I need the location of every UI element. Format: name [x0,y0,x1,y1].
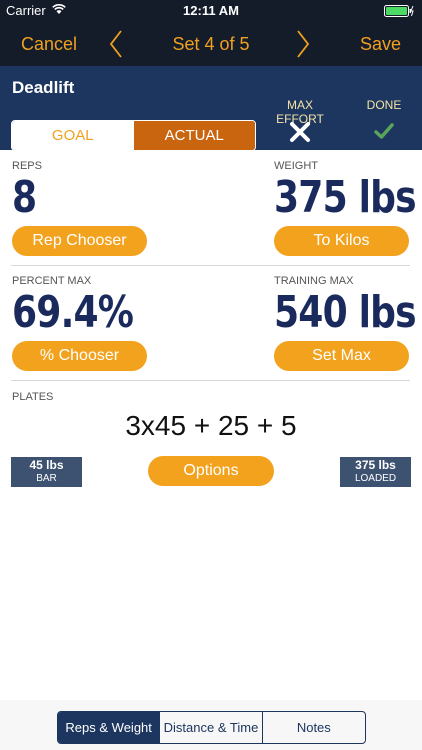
section-switcher: Reps & Weight Distance & Time Notes [57,711,366,744]
tab-distance-time[interactable]: Distance & Time [160,712,263,743]
nav-bar: Cancel Set 4 of 5 Save [0,22,422,66]
loaded-weight-value: 375 lbs [355,458,396,472]
exercise-name: Deadlift [12,78,75,97]
tab-notes[interactable]: Notes [263,712,365,743]
reps-label: REPS [12,160,42,172]
set-title: Set 4 of 5 [172,34,250,54]
bar-weight-value: 45 lbs [29,458,64,472]
exercise-header: Deadlift MAX EFFORT DONE GOAL ACTUAL [0,66,422,151]
reps-value: 8 [12,172,37,223]
divider [11,380,410,381]
percent-chooser-button[interactable]: % Chooser [12,341,147,371]
percent-max-label: PERCENT MAX [12,275,92,287]
loaded-weight-caption: LOADED [354,473,397,484]
rep-chooser-button[interactable]: Rep Chooser [12,226,147,256]
divider [11,265,410,266]
status-time: 12:11 AM [183,3,239,18]
plates-breakdown: 3x45 + 25 + 5 [125,410,297,441]
bar-weight-box: 45 lbs BAR [11,457,82,487]
loaded-weight-box: 375 lbs LOADED [340,457,411,487]
bar-weight-caption: BAR [36,473,57,484]
to-kilos-button[interactable]: To Kilos [274,226,409,256]
tab-reps-weight[interactable]: Reps & Weight [58,712,161,743]
max-effort-x-icon[interactable] [289,121,311,143]
chevron-right-icon[interactable] [295,28,311,60]
goal-tab[interactable]: GOAL [12,121,134,150]
goal-actual-toggle: GOAL ACTUAL [11,120,256,151]
plates-label: PLATES [12,391,54,403]
training-max-label: TRAINING MAX [274,275,354,287]
weight-label: WEIGHT [274,160,318,172]
set-max-button[interactable]: Set Max [274,341,409,371]
weight-value: 375 lbs [274,172,417,223]
status-bar: Carrier 12:11 AM [0,0,422,22]
done-label: DONE [366,98,402,112]
battery-icon [384,5,414,17]
percent-max-value: 69.4% [12,287,134,338]
done-check-icon[interactable] [374,122,394,140]
training-max-value: 540 lbs [274,287,417,338]
save-button[interactable]: Save [360,34,401,55]
options-button[interactable]: Options [148,456,274,486]
actual-tab[interactable]: ACTUAL [133,121,255,150]
